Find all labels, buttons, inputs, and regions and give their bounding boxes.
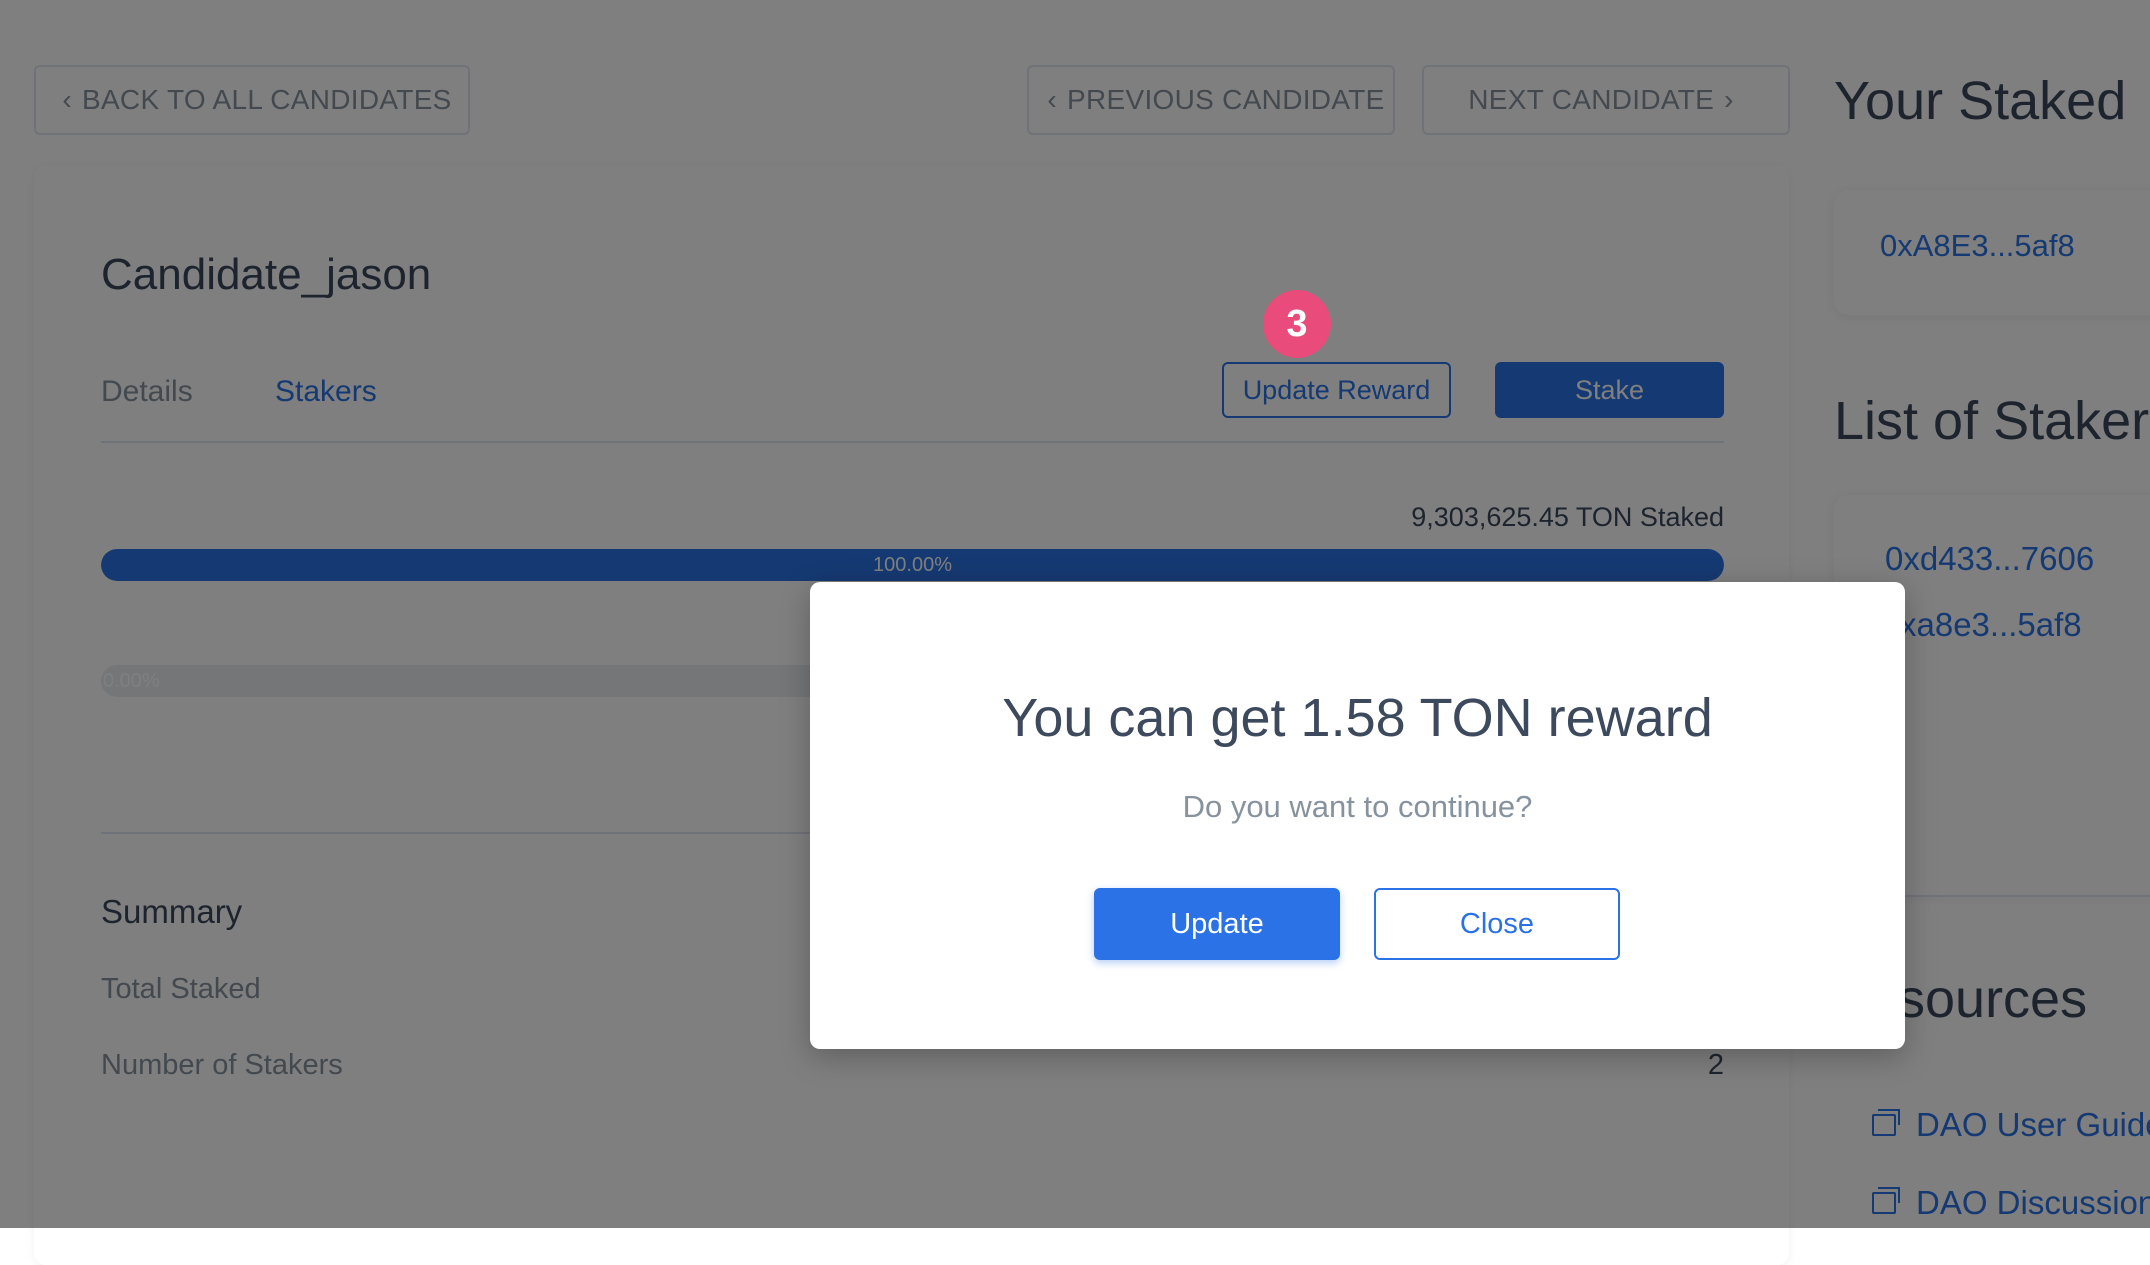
update-button-label: Update [1170, 907, 1264, 940]
close-button-label: Close [1459, 907, 1535, 940]
dialog-title: You can get 1.58 TON reward [1002, 688, 1713, 748]
dialog-question: Do you want to continue? [1182, 789, 1533, 824]
update-reward-dialog: You can get 1.58 TON reward Do you want … [810, 582, 1905, 1049]
step-number-badge: 3 [1263, 290, 1331, 358]
update-button[interactable]: Update [1094, 888, 1340, 960]
close-button[interactable]: Close [1374, 888, 1620, 960]
